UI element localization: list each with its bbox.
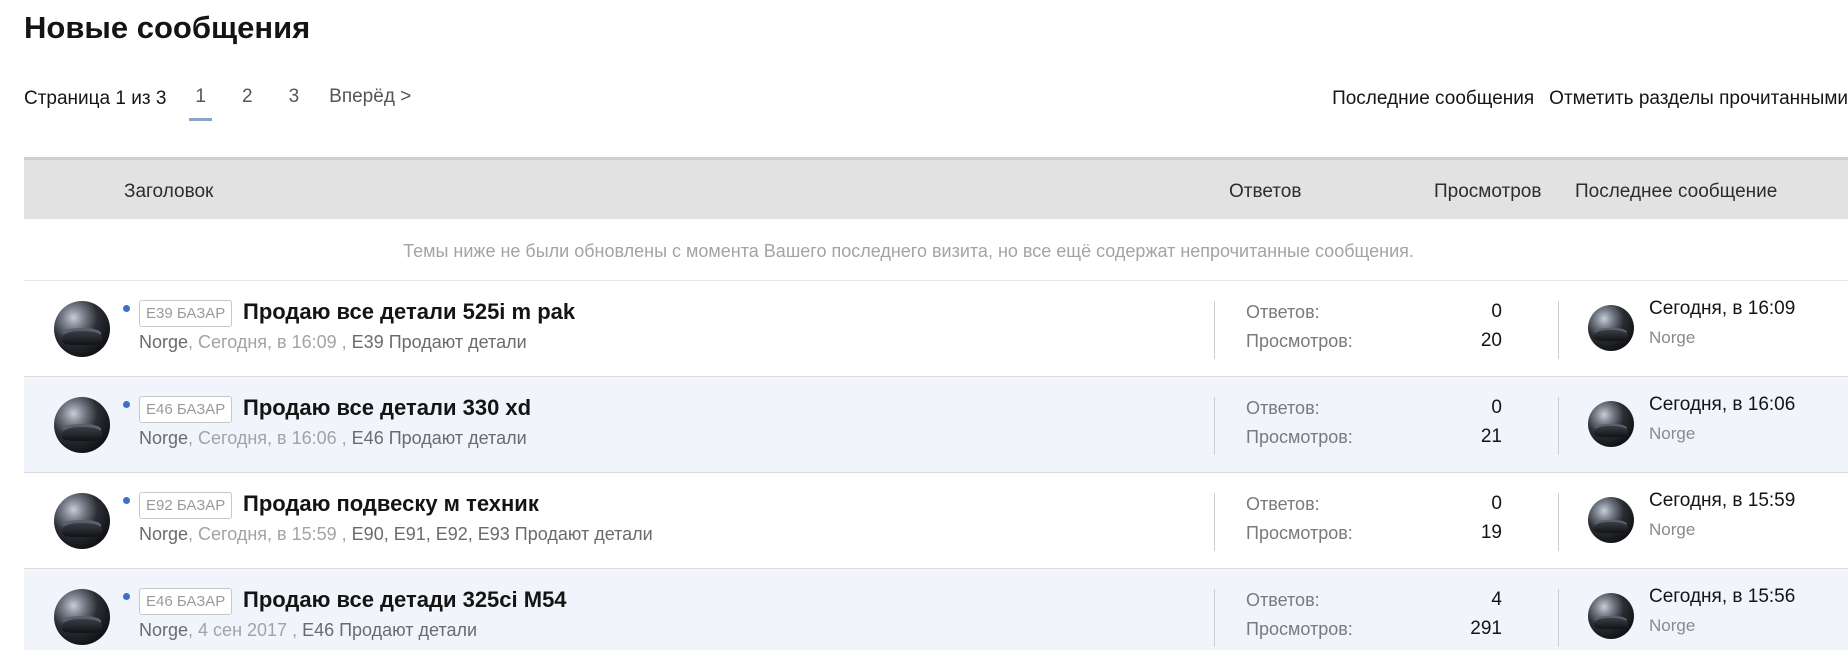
last-poster-avatar[interactable] (1588, 497, 1634, 543)
last-poster-link[interactable]: Norge (1649, 328, 1695, 348)
replies-label: Ответов: (1246, 494, 1320, 514)
thread-author-link[interactable]: Norge (139, 332, 188, 352)
thread-start-date: Сегодня, в 16:06 (198, 428, 337, 448)
thread-row: E46 БАЗАР Продаю все детади 325ci M54 No… (24, 569, 1848, 650)
column-divider (1558, 589, 1559, 647)
thread-forum-link[interactable]: E39 Продают детали (352, 332, 527, 352)
column-header-last-post[interactable]: Последнее сообщение (1575, 181, 1777, 203)
last-post-date-link[interactable]: Сегодня, в 16:06 (1649, 394, 1795, 416)
unread-dot-icon (123, 593, 130, 600)
last-poster-link[interactable]: Norge (1649, 520, 1695, 540)
thread-row: E46 БАЗАР Продаю все детали 330 xd Norge… (24, 377, 1848, 473)
column-divider (1214, 493, 1215, 551)
column-header-title[interactable]: Заголовок (124, 181, 213, 203)
thread-author-link[interactable]: Norge (139, 428, 188, 448)
column-header-views[interactable]: Просмотров (1434, 181, 1541, 203)
pagination: Страница 1 из 3 1 2 3 Вперёд > (24, 86, 411, 121)
replies-label: Ответов: (1246, 398, 1320, 418)
thread-prefix[interactable]: E46 БАЗАР (139, 396, 233, 423)
last-poster-link[interactable]: Norge (1649, 616, 1695, 636)
page-counter: Страница 1 из 3 (24, 88, 167, 109)
views-label: Просмотров: (1246, 427, 1353, 447)
unread-dot-icon (123, 305, 130, 312)
column-divider (1558, 493, 1559, 551)
thread-author-link[interactable]: Norge (139, 620, 188, 640)
views-count: 19 (1480, 522, 1502, 543)
views-count: 291 (1470, 618, 1502, 639)
replies-label: Ответов: (1246, 590, 1320, 610)
thread-meta: Norge, Сегодня, в 15:59 , E90, E91, E92,… (139, 524, 653, 544)
column-header-replies[interactable]: Ответов (1229, 181, 1301, 203)
last-poster-link[interactable]: Norge (1649, 424, 1695, 444)
page-title: Новые сообщения (24, 10, 311, 45)
thread-title-link[interactable]: Продаю все детали 525i m pak (243, 299, 575, 325)
replies-count: 0 (1491, 397, 1502, 418)
last-post-date-link[interactable]: Сегодня, в 15:59 (1649, 490, 1795, 512)
replies-count: 0 (1491, 301, 1502, 322)
last-poster-avatar[interactable] (1588, 305, 1634, 351)
page-link-2[interactable]: 2 (236, 86, 259, 118)
column-divider (1214, 589, 1215, 647)
last-post-date-link[interactable]: Сегодня, в 15:56 (1649, 586, 1795, 608)
replies-count: 0 (1491, 493, 1502, 514)
unread-dot-icon (123, 497, 130, 504)
thread-title-link[interactable]: Продаю все детали 330 xd (243, 395, 531, 421)
threads-table: Заголовок Ответов Просмотров Последнее с… (24, 157, 1848, 650)
thread-row: E39 БАЗАР Продаю все детали 525i m pak N… (24, 281, 1848, 377)
thread-prefix[interactable]: E46 БАЗАР (139, 588, 233, 615)
thread-row: E92 БАЗАР Продаю подвеску м техник Norge… (24, 473, 1848, 569)
thread-forum-link[interactable]: E46 Продают детали (302, 620, 477, 640)
top-links: Последние сообщения Отметить разделы про… (1317, 88, 1848, 110)
thread-start-date: Сегодня, в 15:59 (198, 524, 337, 544)
page-link-3[interactable]: 3 (283, 86, 306, 118)
thread-prefix[interactable]: E92 БАЗАР (139, 492, 233, 519)
views-label: Просмотров: (1246, 619, 1353, 639)
views-label: Просмотров: (1246, 523, 1353, 543)
table-header: Заголовок Ответов Просмотров Последнее с… (24, 157, 1848, 219)
thread-forum-link[interactable]: E46 Продают детали (352, 428, 527, 448)
read-threads-notice: Темы ниже не были обновлены с момента Ва… (24, 219, 1848, 281)
avatar[interactable] (54, 589, 110, 645)
thread-author-link[interactable]: Norge (139, 524, 188, 544)
thread-forum-link[interactable]: E90, E91, E92, E93 Продают детали (352, 524, 653, 544)
avatar[interactable] (54, 397, 110, 453)
unread-dot-icon (123, 401, 130, 408)
thread-start-date: Сегодня, в 16:09 (198, 332, 337, 352)
views-count: 20 (1480, 330, 1502, 351)
last-poster-avatar[interactable] (1588, 401, 1634, 447)
recent-posts-link[interactable]: Последние сообщения (1332, 88, 1534, 110)
avatar[interactable] (54, 301, 110, 357)
thread-meta: Norge, Сегодня, в 16:09 , E39 Продают де… (139, 332, 527, 352)
views-count: 21 (1480, 426, 1502, 447)
column-divider (1214, 397, 1215, 455)
column-divider (1558, 397, 1559, 455)
last-poster-avatar[interactable] (1588, 593, 1634, 639)
thread-meta: Norge, 4 сен 2017 , E46 Продают детали (139, 620, 478, 640)
column-divider (1558, 301, 1559, 359)
next-page-link[interactable]: Вперёд > (329, 86, 411, 108)
views-label: Просмотров: (1246, 331, 1353, 351)
thread-start-date: 4 сен 2017 (198, 620, 288, 640)
thread-title-link[interactable]: Продаю подвеску м техник (243, 491, 539, 517)
avatar[interactable] (54, 493, 110, 549)
thread-title-link[interactable]: Продаю все детади 325ci M54 (243, 587, 567, 613)
column-divider (1214, 301, 1215, 359)
page-link-1[interactable]: 1 (189, 86, 212, 121)
replies-count: 4 (1491, 589, 1502, 610)
thread-prefix[interactable]: E39 БАЗАР (139, 300, 233, 327)
last-post-date-link[interactable]: Сегодня, в 16:09 (1649, 298, 1795, 320)
mark-forums-read-link[interactable]: Отметить разделы прочитанными (1549, 88, 1848, 110)
thread-meta: Norge, Сегодня, в 16:06 , E46 Продают де… (139, 428, 527, 448)
replies-label: Ответов: (1246, 302, 1320, 322)
